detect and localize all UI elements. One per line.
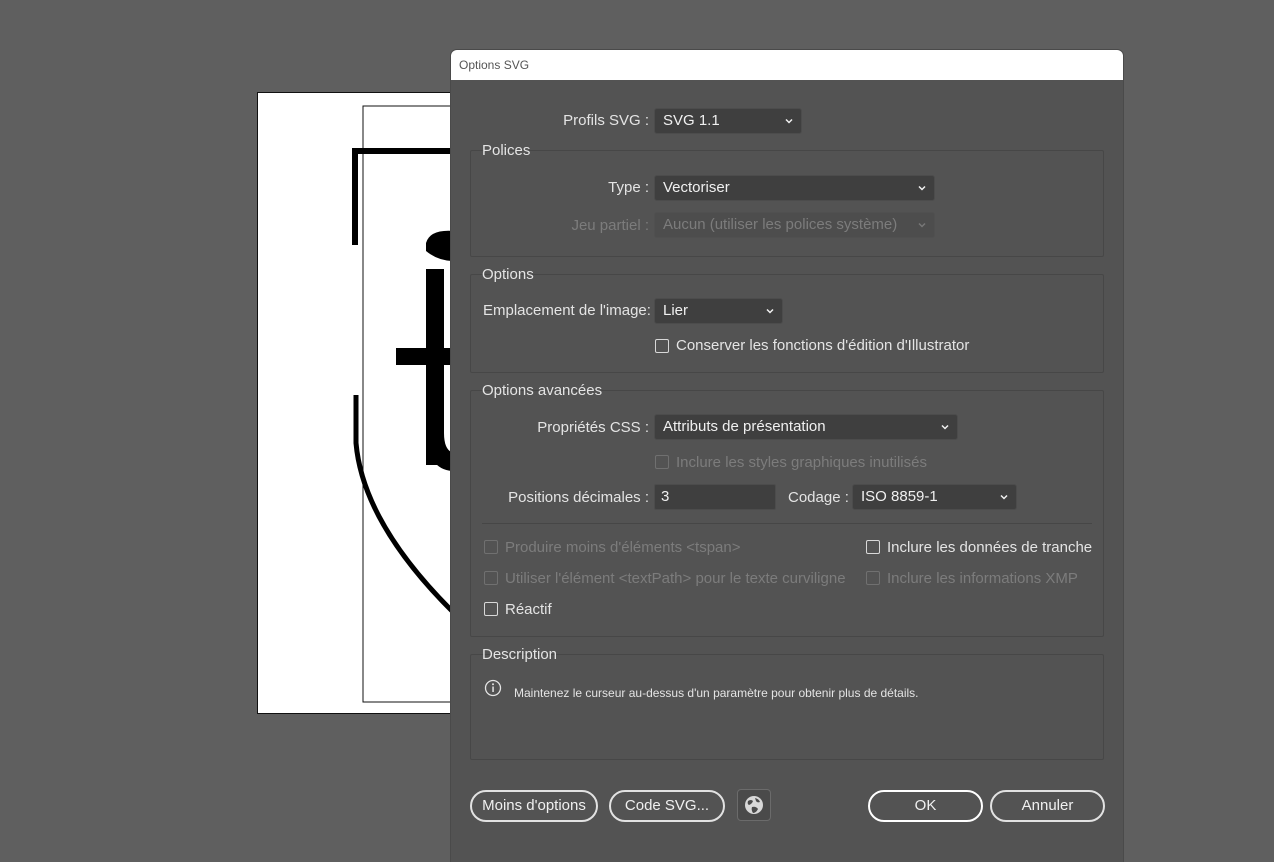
chevron-down-icon <box>918 185 926 191</box>
decimal-places-value: 3 <box>661 488 670 505</box>
responsive-checkbox[interactable] <box>484 602 498 616</box>
profile-label: Profils SVG : <box>563 112 649 129</box>
slice-data-checkbox[interactable] <box>866 540 880 554</box>
encoding-label: Codage : <box>788 489 849 506</box>
description-text: Maintenez le curseur au-dessus d'un para… <box>514 686 919 700</box>
options-legend: Options <box>482 266 534 283</box>
description-legend: Description <box>482 646 558 663</box>
svg-options-dialog: Options SVG Profils SVG : SVG 1.1 Police… <box>451 50 1123 862</box>
chevron-down-icon <box>766 308 774 314</box>
ok-button[interactable]: OK <box>868 790 983 822</box>
preserve-illustrator-label: Conserver les fonctions d'édition d'Illu… <box>676 337 970 354</box>
globe-icon <box>745 796 763 814</box>
textpath-checkbox <box>484 571 498 585</box>
subset-label: Jeu partiel : <box>571 217 649 234</box>
subset-select: Aucun (utiliser les polices système) <box>654 212 935 238</box>
unused-styles-label: Inclure les styles graphiques inutilisés <box>676 454 927 471</box>
xmp-label: Inclure les informations XMP <box>887 570 1078 587</box>
decimal-places-input[interactable]: 3 <box>654 484 776 510</box>
dialog-title-bar: Options SVG <box>451 50 1123 80</box>
web-preview-button[interactable] <box>737 789 771 821</box>
fonts-legend: Polices <box>482 142 531 159</box>
cancel-button[interactable]: Annuler <box>990 790 1105 822</box>
profile-select[interactable]: SVG 1.1 <box>654 108 802 134</box>
fewer-tspan-checkbox <box>484 540 498 554</box>
dialog-title: Options SVG <box>459 58 530 72</box>
type-label: Type : <box>608 179 649 196</box>
css-properties-label: Propriétés CSS : <box>537 419 649 436</box>
unused-styles-checkbox <box>655 455 669 469</box>
advanced-options-legend: Options avancées <box>482 382 603 399</box>
chevron-down-icon <box>941 424 949 430</box>
svg-code-button[interactable]: Code SVG... <box>609 790 725 822</box>
artboard-preview <box>257 92 453 714</box>
fewer-tspan-label: Produire moins d'éléments <tspan> <box>505 539 741 556</box>
chevron-down-icon <box>1000 494 1008 500</box>
less-options-button[interactable]: Moins d'options <box>470 790 598 822</box>
chevron-down-icon <box>918 222 926 228</box>
textpath-label: Utiliser l'élément <textPath> pour le te… <box>505 570 846 587</box>
profile-value: SVG 1.1 <box>663 112 720 129</box>
xmp-checkbox <box>866 571 880 585</box>
shield-artwork <box>352 105 452 703</box>
encoding-value: ISO 8859-1 <box>861 488 938 505</box>
image-location-select[interactable]: Lier <box>654 298 783 324</box>
decimal-places-label: Positions décimales : <box>508 489 649 506</box>
encoding-select[interactable]: ISO 8859-1 <box>852 484 1017 510</box>
chevron-down-icon <box>785 118 793 124</box>
advanced-separator <box>482 523 1092 524</box>
slice-data-label: Inclure les données de tranche <box>887 539 1093 556</box>
preserve-illustrator-checkbox[interactable] <box>655 339 669 353</box>
css-properties-select[interactable]: Attributs de présentation <box>654 414 958 440</box>
css-properties-value: Attributs de présentation <box>663 418 826 435</box>
image-location-value: Lier <box>663 302 689 319</box>
responsive-label: Réactif <box>505 601 552 618</box>
options-group <box>470 274 1104 373</box>
fonts-group <box>470 150 1104 257</box>
subset-value: Aucun (utiliser les polices système) <box>663 216 898 233</box>
description-group <box>470 654 1104 760</box>
type-select[interactable]: Vectoriser <box>654 175 935 201</box>
info-icon <box>484 679 502 697</box>
type-value: Vectoriser <box>663 179 730 196</box>
image-location-label: Emplacement de l'image: <box>483 302 651 319</box>
